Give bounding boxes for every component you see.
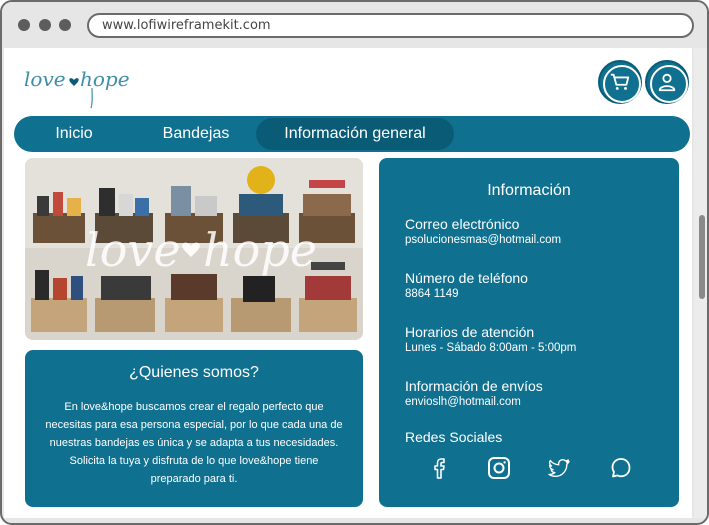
nav-item-informacion-general[interactable]: Información general [256,118,454,150]
phone-value[interactable]: 8864 1149 [405,288,459,300]
twitter-icon[interactable] [547,456,571,480]
cart-button[interactable] [598,60,642,104]
window-dot-close[interactable] [18,19,30,31]
social-label: Redes Sociales [405,429,503,445]
scrollbar-thumb[interactable] [699,215,705,299]
email-value[interactable]: psolucionesmas@hotmail.com [405,234,561,246]
about-description: En love&hope buscamos crear el regalo pe… [45,401,343,485]
svg-text:love: love [85,223,181,277]
info-card: Información Correo electrónico psolucion… [379,158,679,507]
page-viewport: love hope Inicio Bandejas Información ge… [4,48,692,518]
hours-value: Lunes - Sábado 8:00am - 5:00pm [405,342,577,354]
shipping-label: Información de envíos [405,378,543,394]
user-button[interactable] [645,60,689,104]
email-label: Correo electrónico [405,216,520,232]
about-title: ¿Quienes somos? [129,364,259,381]
window-dot-minimize[interactable] [39,19,51,31]
svg-text:hope: hope [80,67,130,91]
gift-trays-photo: love hope [25,158,363,340]
nav-item-bandejas[interactable]: Bandejas [146,118,246,150]
url-bar[interactable]: www.lofiwireframekit.com [87,13,694,38]
browser-window: www.lofiwireframekit.com love hope Inici… [0,0,709,525]
phone-label: Número de teléfono [405,270,528,286]
logo-mark: love hope [24,67,130,109]
hours-label: Horarios de atención [405,324,535,340]
instagram-icon[interactable] [487,456,511,480]
shipping-value[interactable]: envioslh@hotmail.com [405,396,521,408]
window-dot-maximize[interactable] [59,19,71,31]
browser-titlebar: www.lofiwireframekit.com [2,2,707,48]
about-card: ¿Quienes somos? En love&hope buscamos cr… [25,350,363,507]
whatsapp-icon[interactable] [609,456,633,480]
facebook-icon[interactable] [427,456,451,480]
svg-text:love: love [24,67,66,91]
photo-collage: love hope [25,158,363,340]
main-nav: Inicio Bandejas Información general [14,116,690,152]
info-title: Información [487,182,571,199]
cart-icon [610,73,630,90]
nav-item-inicio[interactable]: Inicio [36,118,112,150]
svg-text:hope: hope [203,223,317,277]
brand-logo[interactable]: love hope [22,58,132,114]
user-icon [658,73,676,92]
